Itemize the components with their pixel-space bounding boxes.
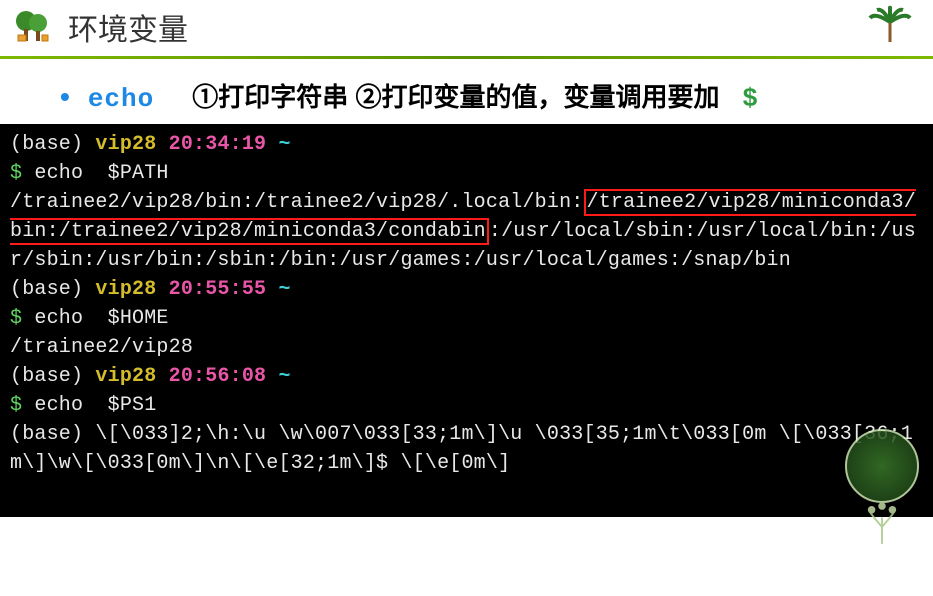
- prompt-time: 20:56:08: [169, 365, 279, 388]
- echo-command-label: echo: [88, 84, 154, 114]
- path-output-pre: /trainee2/vip28/bin:/trainee2/vip28/.loc…: [10, 191, 584, 214]
- shell-prompt: $: [10, 162, 34, 185]
- prompt-tilde: ~: [278, 133, 290, 156]
- slide-header: 环境变量: [0, 0, 933, 56]
- shell-prompt: $: [10, 394, 34, 417]
- bullet-icon: •: [60, 81, 70, 113]
- home-output: /trainee2/vip28: [10, 336, 193, 359]
- prompt-user: vip28: [95, 133, 168, 156]
- prompt-tilde: ~: [278, 278, 290, 301]
- ps1-output: (base) \[\033]2;\h:\u \w\007\033[33;1m\]…: [10, 423, 913, 475]
- subtitle-row: • echo ①打印字符串 ②打印变量的值，变量调用要加 $: [0, 59, 933, 124]
- page-title: 环境变量: [68, 5, 188, 49]
- prompt-time: 20:55:55: [169, 278, 279, 301]
- shell-prompt: $: [10, 307, 34, 330]
- prompt-user: vip28: [95, 365, 168, 388]
- echo-description: ①打印字符串 ②打印变量的值，变量调用要加: [192, 77, 719, 114]
- watermark-badge: [845, 429, 919, 503]
- tree-left-icon: [12, 9, 56, 45]
- command-echo-home: echo $HOME: [34, 307, 168, 330]
- prompt-base: (base): [10, 278, 95, 301]
- command-echo-path: echo $PATH: [34, 162, 168, 185]
- dollar-sign: $: [743, 82, 757, 113]
- palm-tree-icon: [865, 4, 915, 44]
- prompt-base: (base): [10, 133, 95, 156]
- command-echo-ps1: echo $PS1: [34, 394, 156, 417]
- terminal-window: (base) vip28 20:34:19 ~ $ echo $PATH /tr…: [0, 124, 933, 517]
- prompt-base: (base): [10, 365, 95, 388]
- prompt-user: vip28: [95, 278, 168, 301]
- prompt-tilde: ~: [278, 365, 290, 388]
- prompt-time: 20:34:19: [169, 133, 279, 156]
